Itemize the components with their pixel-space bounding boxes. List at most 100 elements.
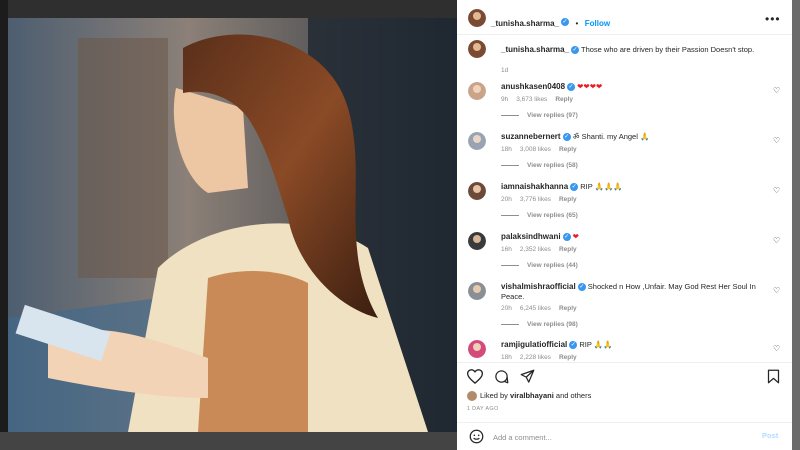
emoji-smiley-icon[interactable]: [469, 429, 484, 444]
comment-text-line: anushkasen0408 ✓ ❤❤❤❤: [501, 82, 766, 92]
comment-likes[interactable]: 3,673 likes: [516, 96, 547, 103]
post-timestamp: 1 DAY AGO: [467, 406, 499, 412]
comment-username[interactable]: suzannebernert: [501, 132, 561, 141]
author-username[interactable]: _tunisha.sharma_: [491, 19, 559, 28]
avatar-image: [468, 132, 486, 150]
comment-username[interactable]: ramjigulatiofficial: [501, 340, 567, 349]
view-replies-button[interactable]: View replies (65): [501, 212, 578, 219]
comment-username[interactable]: palaksindhwani: [501, 232, 561, 241]
comment-like-heart-icon[interactable]: ♡: [773, 186, 780, 195]
backdrop-right: [792, 0, 800, 450]
comment-text: ❤: [572, 232, 579, 241]
comment-text-line: vishalmishraofficial ✓ Shocked n How ,Unf…: [501, 282, 766, 302]
caption-meta: 1d: [501, 67, 516, 74]
comment-like-heart-icon[interactable]: ♡: [773, 136, 780, 145]
comment-text: RIP 🙏🙏: [579, 340, 613, 349]
comment-username[interactable]: vishalmishraofficial: [501, 282, 576, 291]
comment-item: ramjigulatiofficial ✓ RIP 🙏🙏 18h 2,228 lik…: [457, 340, 792, 361]
comment-item: suzannebernert ✓ ॐ Shanti. my Angel 🙏 18h…: [457, 132, 792, 182]
caption-username[interactable]: _tunisha.sharma_: [501, 45, 569, 54]
avatar-image: [468, 82, 486, 100]
comment-meta: 20h 6,245 likes Reply: [501, 305, 585, 312]
avatar-image: [468, 182, 486, 200]
liked-by-user[interactable]: viralbhayani: [510, 391, 554, 400]
comment-text-line: suzannebernert ✓ ॐ Shanti. my Angel 🙏: [501, 132, 766, 142]
comment-like-heart-icon[interactable]: ♡: [773, 236, 780, 245]
comment-age: 18h: [501, 354, 512, 361]
post-photo[interactable]: [8, 18, 457, 432]
reply-button[interactable]: Reply: [559, 146, 577, 153]
comment-item: vishalmishraofficial ✓ Shocked n How ,Unf…: [457, 282, 792, 342]
comments-list[interactable]: _tunisha.sharma_ ✓ Those who are driven b…: [457, 36, 792, 361]
avatar-image: [468, 40, 486, 58]
save-bookmark-icon[interactable]: [767, 369, 780, 384]
comment-avatar[interactable]: [468, 282, 486, 300]
comment-age: 16h: [501, 246, 512, 253]
comment-avatar[interactable]: [468, 232, 486, 250]
like-heart-icon[interactable]: [467, 369, 483, 384]
caption-avatar[interactable]: [468, 40, 486, 58]
backdrop-left: [0, 0, 8, 450]
author-avatar[interactable]: [468, 9, 486, 27]
caption-text-line: _tunisha.sharma_ ✓ Those who are driven b…: [501, 45, 766, 55]
comment-meta: 18h 3,008 likes Reply: [501, 146, 585, 153]
comment-text: ॐ Shanti. my Angel 🙏: [572, 132, 650, 141]
liker-avatar[interactable]: [467, 391, 477, 402]
post-comment-button[interactable]: Post: [762, 431, 778, 440]
reply-button[interactable]: Reply: [559, 196, 577, 203]
comment-avatar[interactable]: [468, 132, 486, 150]
post-header: _tunisha.sharma_ ✓ • Follow •••: [457, 0, 792, 35]
comment-avatar[interactable]: [468, 182, 486, 200]
comment-likes[interactable]: 3,008 likes: [520, 146, 551, 153]
caption-age: 1d: [501, 67, 509, 74]
reply-button[interactable]: Reply: [559, 354, 577, 361]
follow-button[interactable]: Follow: [585, 19, 610, 28]
verified-badge-icon: ✓: [571, 46, 580, 55]
more-options-icon[interactable]: •••: [765, 12, 781, 26]
liked-by-line: Liked by viralbhayani and others: [467, 391, 591, 402]
view-replies-button[interactable]: View replies (58): [501, 162, 578, 169]
comment-likes[interactable]: 2,228 likes: [520, 354, 551, 361]
comment-like-heart-icon[interactable]: ♡: [773, 344, 780, 353]
reply-button[interactable]: Reply: [555, 96, 573, 103]
comment-likes[interactable]: 2,352 likes: [520, 246, 551, 253]
verified-badge-icon: ✓: [567, 83, 576, 92]
add-comment-bar: Post: [457, 422, 792, 450]
comment-like-heart-icon[interactable]: ♡: [773, 86, 780, 95]
backdrop-bottom: [0, 432, 457, 450]
verified-badge-icon: ✓: [562, 133, 571, 142]
comment-avatar[interactable]: [468, 340, 486, 358]
comment-likes[interactable]: 3,776 likes: [520, 196, 551, 203]
header-user-line: _tunisha.sharma_ ✓ • Follow: [491, 13, 610, 31]
comment-meta: 16h 2,352 likes Reply: [501, 246, 585, 253]
comment-meta: 18h 2,228 likes Reply: [501, 354, 585, 361]
comment-bubble-icon[interactable]: [494, 369, 509, 384]
comment-like-heart-icon[interactable]: ♡: [773, 286, 780, 295]
share-send-icon[interactable]: [520, 369, 535, 384]
comment-username[interactable]: anushkasen0408: [501, 82, 565, 91]
view-replies-button[interactable]: View replies (97): [501, 112, 578, 119]
comment-age: 20h: [501, 196, 512, 203]
comment-avatar[interactable]: [468, 82, 486, 100]
separator-dot: •: [575, 19, 579, 28]
comment-username[interactable]: iamnaishakhanna: [501, 182, 568, 191]
reply-button[interactable]: Reply: [559, 246, 577, 253]
comment-input[interactable]: [493, 429, 743, 445]
comment-meta: 20h 3,776 likes Reply: [501, 196, 585, 203]
instagram-post-viewer: _tunisha.sharma_ ✓ • Follow ••• _tunisha.…: [0, 0, 800, 450]
comment-likes[interactable]: 6,245 likes: [520, 305, 551, 312]
avatar-image: [468, 340, 486, 358]
liked-by-prefix: Liked by: [480, 391, 508, 400]
view-replies-button[interactable]: View replies (98): [501, 321, 578, 328]
liked-by-suffix[interactable]: and others: [556, 391, 591, 400]
comment-item: iamnaishakhanna ✓ RIP 🙏🙏🙏 20h 3,776 likes R…: [457, 182, 792, 232]
comment-item: anushkasen0408 ✓ ❤❤❤❤ 9h 3,673 likes Reply …: [457, 82, 792, 132]
reply-button[interactable]: Reply: [559, 305, 577, 312]
avatar-image: [468, 232, 486, 250]
verified-badge-icon: ✓: [569, 341, 578, 350]
verified-badge-icon: ✓: [562, 233, 571, 242]
avatar-image: [468, 282, 486, 300]
view-replies-button[interactable]: View replies (44): [501, 262, 578, 269]
comment-age: 20h: [501, 305, 512, 312]
post-photo-illustration: [8, 18, 457, 432]
